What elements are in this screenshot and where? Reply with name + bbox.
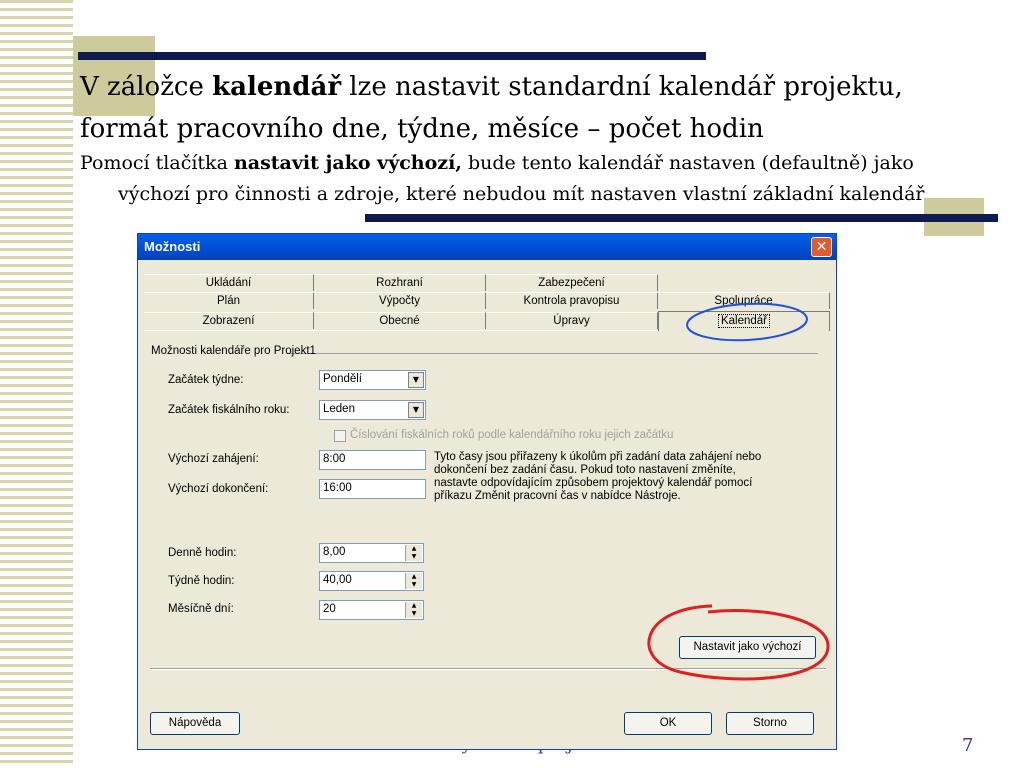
annotation-layer — [647, 302, 830, 681]
annotation-blue-ellipse — [686, 302, 808, 342]
annotation-red-ellipse — [647, 604, 830, 681]
